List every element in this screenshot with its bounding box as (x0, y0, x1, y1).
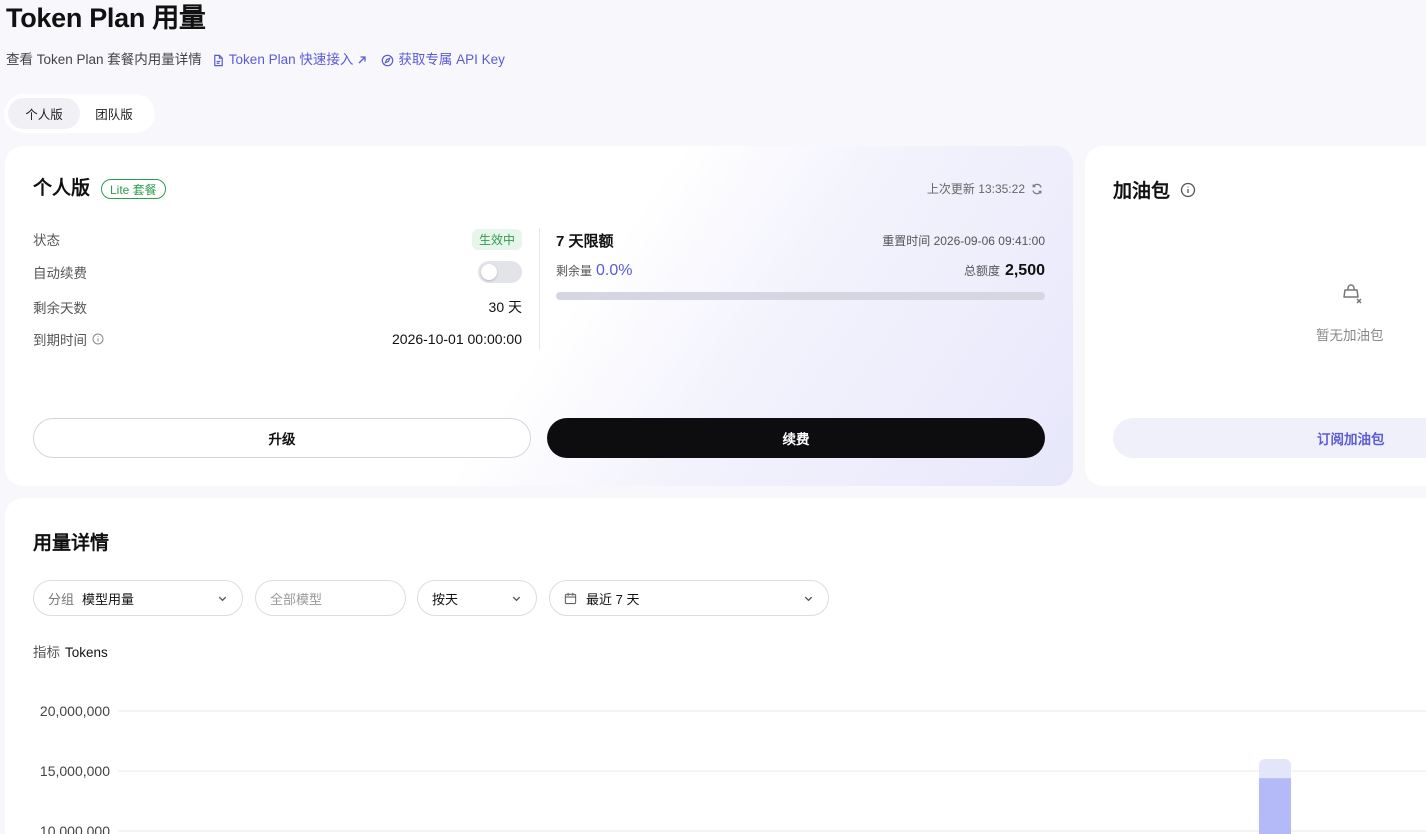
metric-row: 指标 Tokens (33, 641, 108, 661)
group-select-label: 分组 (48, 591, 75, 607)
addon-card-title: 加油包 (1113, 181, 1171, 202)
page-subtitle: 查看 Token Plan 套餐内用量详情 (6, 52, 202, 67)
chevron-down-icon (218, 596, 227, 602)
refresh-icon[interactable] (1031, 183, 1043, 195)
quick-start-link-label: Token Plan 快速接入 (228, 52, 354, 67)
group-select-value: 模型用量 (82, 591, 135, 607)
subscribe-addon-button[interactable]: 订阅加油包 (1113, 418, 1426, 458)
reset-time: 重置时间 2026-09-06 09:41:00 (882, 232, 1045, 249)
days-left-label: 剩余天数 (33, 301, 87, 316)
chart-bar-segment[interactable] (1259, 778, 1291, 834)
chevron-down-icon (512, 596, 521, 602)
metric-value: Tokens (65, 645, 108, 660)
renew-button[interactable]: 续费 (547, 418, 1045, 458)
remaining-percent: 0.0% (596, 262, 633, 279)
plan-card: 个人版 Lite 套餐 上次更新 13:35:22 状态 生效中 自动续费 剩余… (5, 146, 1073, 486)
upgrade-button[interactable]: 升级 (33, 418, 531, 458)
edition-tabs: 个人版 团队版 (4, 94, 155, 133)
addon-card: 加油包 暂无加油包 订阅加油包 (1085, 146, 1426, 486)
days-left-row: 剩余天数 30 天 (33, 296, 522, 318)
total-row: 总额度 2,500 (964, 262, 1045, 280)
info-icon[interactable] (92, 333, 104, 345)
chart-y-tick-label: 15,000,000 (40, 763, 110, 779)
last-updated: 上次更新 13:35:22 (927, 180, 1043, 197)
total-value: 2,500 (1004, 262, 1045, 279)
document-icon (213, 54, 223, 66)
days-left-value: 30 天 (488, 299, 522, 315)
last-updated-label: 上次更新 (926, 182, 975, 196)
group-select[interactable]: 分组 模型用量 (33, 580, 243, 616)
quota-title: 7 天限额 (556, 233, 614, 250)
status-badge: 生效中 (471, 228, 522, 250)
quota-progress-bar (556, 292, 1045, 300)
tab-personal[interactable]: 个人版 (8, 98, 80, 129)
remaining-row: 剩余量 0.0% (556, 262, 632, 280)
empty-addon-text: 暂无加油包 (1316, 328, 1384, 343)
usage-chart: 20,000,000 15,000,000 10,000,000 (40, 703, 1426, 834)
divider (539, 228, 540, 350)
external-arrow-icon (358, 56, 366, 64)
tab-team[interactable]: 团队版 (80, 98, 148, 129)
model-select[interactable]: 全部模型 (255, 580, 406, 616)
quick-start-link[interactable]: Token Plan 快速接入 (212, 50, 372, 70)
compass-icon (382, 54, 394, 66)
get-api-key-link[interactable]: 获取专属 API Key (381, 50, 505, 70)
remaining-label: 剩余量 (556, 264, 593, 278)
addon-card-title-wrap: 加油包 (1113, 176, 1196, 203)
plan-badge: Lite 套餐 (101, 179, 166, 199)
usage-card: 用量详情 分组 模型用量 全部模型 按天 最近 7 天 指标 Tokens 20,… (5, 498, 1426, 834)
expire-row: 到期时间 2026-10-01 00:00:00 (33, 328, 522, 350)
get-api-key-label: 获取专属 API Key (398, 52, 505, 67)
auto-renew-toggle[interactable] (478, 261, 522, 283)
metric-label: 指标 (33, 645, 60, 660)
reset-time-value: 2026-09-06 09:41:00 (933, 234, 1045, 248)
date-range-select[interactable]: 最近 7 天 (549, 580, 829, 616)
total-label: 总额度 (963, 264, 1000, 278)
status-label: 状态 (33, 233, 60, 248)
auto-renew-row: 自动续费 (33, 261, 522, 283)
auto-renew-label: 自动续费 (33, 266, 87, 281)
plan-card-title: 个人版 (33, 178, 91, 199)
granularity-value: 按天 (432, 591, 459, 607)
chart-y-tick-label: 20,000,000 (40, 703, 110, 719)
expire-value: 2026-10-01 00:00:00 (392, 331, 522, 347)
chevron-down-icon (804, 596, 813, 602)
date-range-value: 最近 7 天 (586, 591, 640, 607)
empty-bag-icon (1340, 282, 1364, 311)
granularity-select[interactable]: 按天 (417, 580, 537, 616)
status-row: 状态 生效中 (33, 228, 522, 250)
last-updated-time: 13:35:22 (978, 181, 1025, 196)
expire-label: 到期时间 (33, 333, 87, 348)
calendar-icon (564, 592, 577, 604)
page-subtitle-row: 查看 Token Plan 套餐内用量详情 Token Plan 快速接入 获取… (6, 50, 505, 70)
chart-y-tick-label: 10,000,000 (40, 823, 110, 834)
reset-time-label: 重置时间 (882, 234, 931, 248)
expire-label-wrap: 到期时间 (33, 329, 104, 349)
info-icon[interactable] (1180, 182, 1196, 198)
page-title: Token Plan 用量 (6, 3, 206, 33)
model-select-placeholder: 全部模型 (270, 591, 323, 607)
usage-title: 用量详情 (33, 533, 110, 554)
